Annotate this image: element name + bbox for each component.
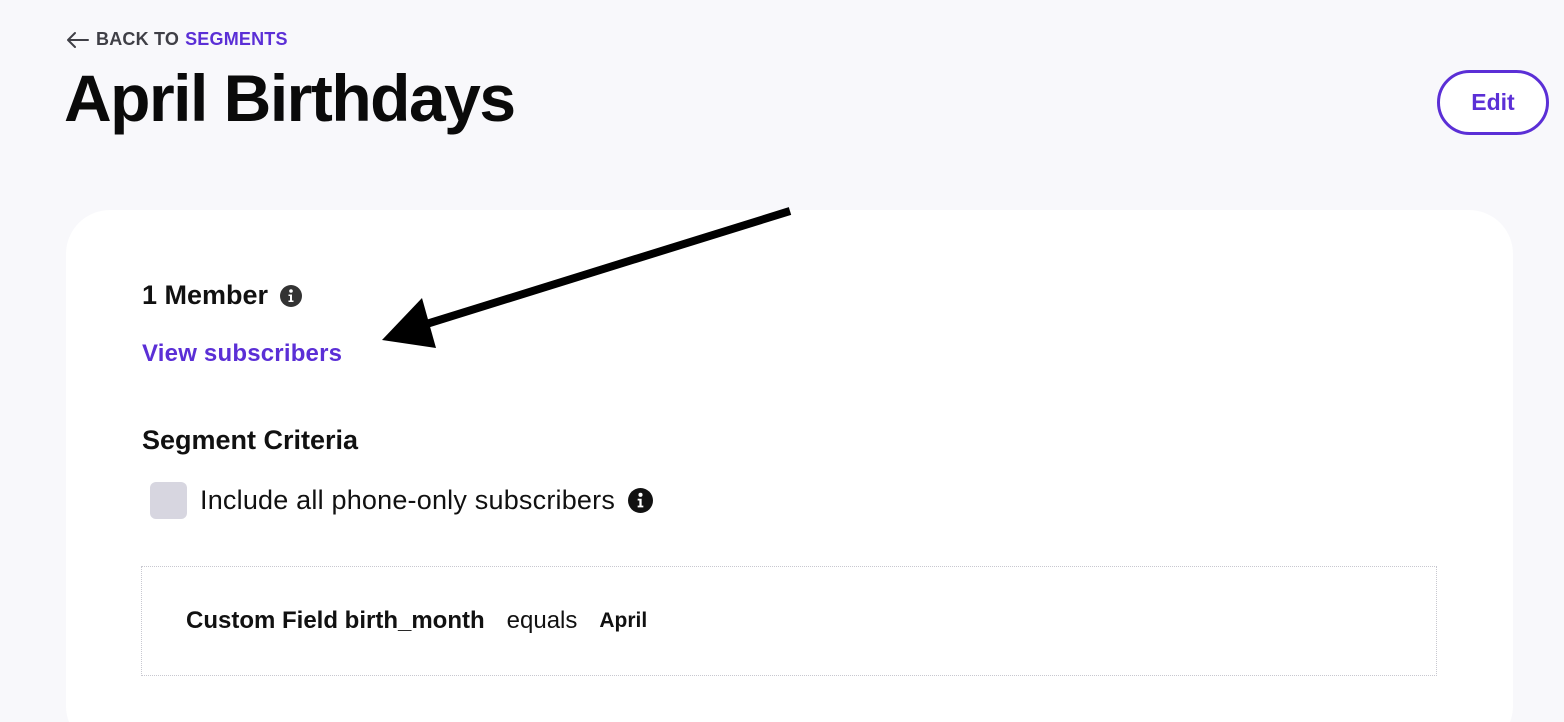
back-link-prefix: BACK TO — [96, 29, 180, 49]
phone-only-label[interactable]: Include all phone-only subscribers — [200, 485, 615, 516]
member-count: 1 Member — [142, 280, 269, 310]
page-title: April Birthdays — [64, 61, 516, 135]
segment-detail-page: BACK TO SEGMENTS April Birthdays Edit 1 … — [0, 0, 1564, 722]
member-summary: 1 Member — [142, 280, 303, 311]
segment-criteria-heading: Segment Criteria — [142, 425, 359, 455]
back-to-segments-link[interactable]: BACK TO SEGMENTS — [66, 29, 288, 50]
arrow-left-icon — [66, 31, 90, 49]
back-link-target: SEGMENTS — [185, 29, 288, 49]
view-subscribers-link[interactable]: View subscribers — [142, 340, 342, 368]
rule-field: Custom Field birth_month — [186, 607, 485, 634]
phone-only-option: Include all phone-only subscribers — [150, 482, 654, 519]
info-icon[interactable] — [628, 488, 654, 513]
rule-operator: equals — [506, 607, 578, 634]
info-icon[interactable] — [280, 284, 303, 307]
criteria-rule: Custom Field birth_month equals April — [141, 566, 1437, 676]
rule-value: April — [599, 609, 648, 632]
edit-button[interactable]: Edit — [1437, 70, 1549, 135]
phone-only-checkbox[interactable] — [150, 482, 187, 519]
segment-card: 1 Member View subscribers Segment Criter… — [66, 210, 1513, 722]
